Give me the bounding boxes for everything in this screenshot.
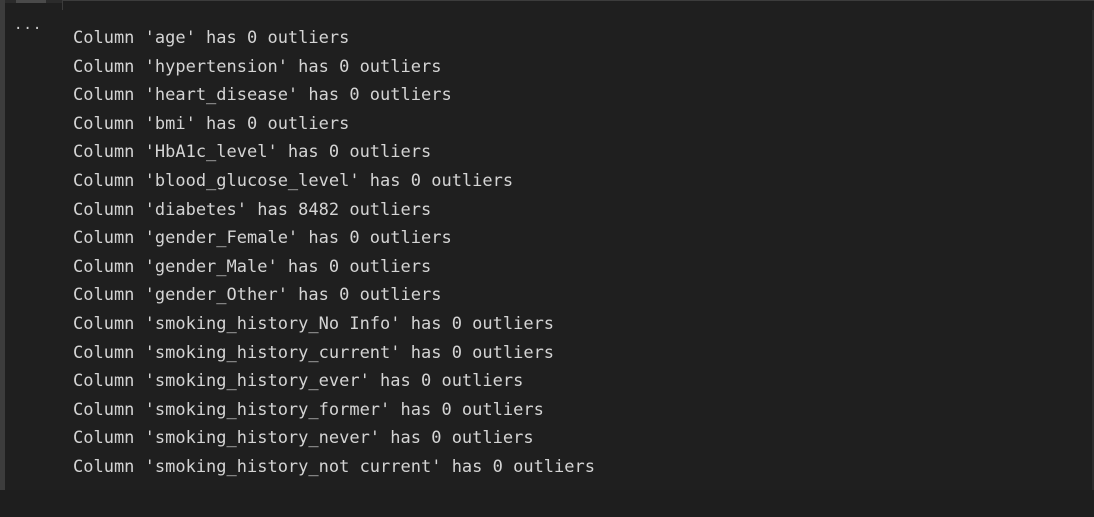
more-actions-icon[interactable]: ··· [14, 20, 44, 38]
output-line: Column 'HbA1c_level' has 0 outliers [73, 142, 432, 163]
output-line: Column 'smoking_history_current' has 0 o… [73, 342, 555, 363]
output-lines: Column 'age' has 0 outliers Column 'hype… [73, 24, 595, 482]
output-line: Column 'smoking_history_former' has 0 ou… [73, 399, 544, 420]
output-line: Column 'hypertension' has 0 outliers [73, 56, 442, 77]
output-line: Column 'gender_Female' has 0 outliers [73, 228, 452, 249]
output-line: Column 'heart_disease' has 0 outliers [73, 85, 452, 106]
cell-top-cap [0, 0, 62, 3]
output-line: Column 'gender_Other' has 0 outliers [73, 285, 442, 306]
output-line: Column 'smoking_history_never' has 0 out… [73, 428, 534, 449]
cell-top-border [62, 0, 1094, 10]
output-line: Column 'blood_glucose_level' has 0 outli… [73, 170, 514, 191]
output-line: Column 'smoking_history_not current' has… [73, 456, 595, 477]
output-line: Column 'smoking_history_No Info' has 0 o… [73, 313, 555, 334]
output-line: Column 'gender_Male' has 0 outliers [73, 256, 432, 277]
output-line: Column 'diabetes' has 8482 outliers [73, 199, 432, 220]
cell-top-nub [16, 0, 46, 3]
cell-bottom-strip [0, 490, 1094, 517]
output-line: Column 'bmi' has 0 outliers [73, 113, 350, 134]
output-line: Column 'smoking_history_ever' has 0 outl… [73, 371, 524, 392]
output-line: Column 'age' has 0 outliers [73, 28, 350, 48]
notebook-output-cell: ··· Column 'age' has 0 outliers Column '… [0, 0, 1094, 517]
